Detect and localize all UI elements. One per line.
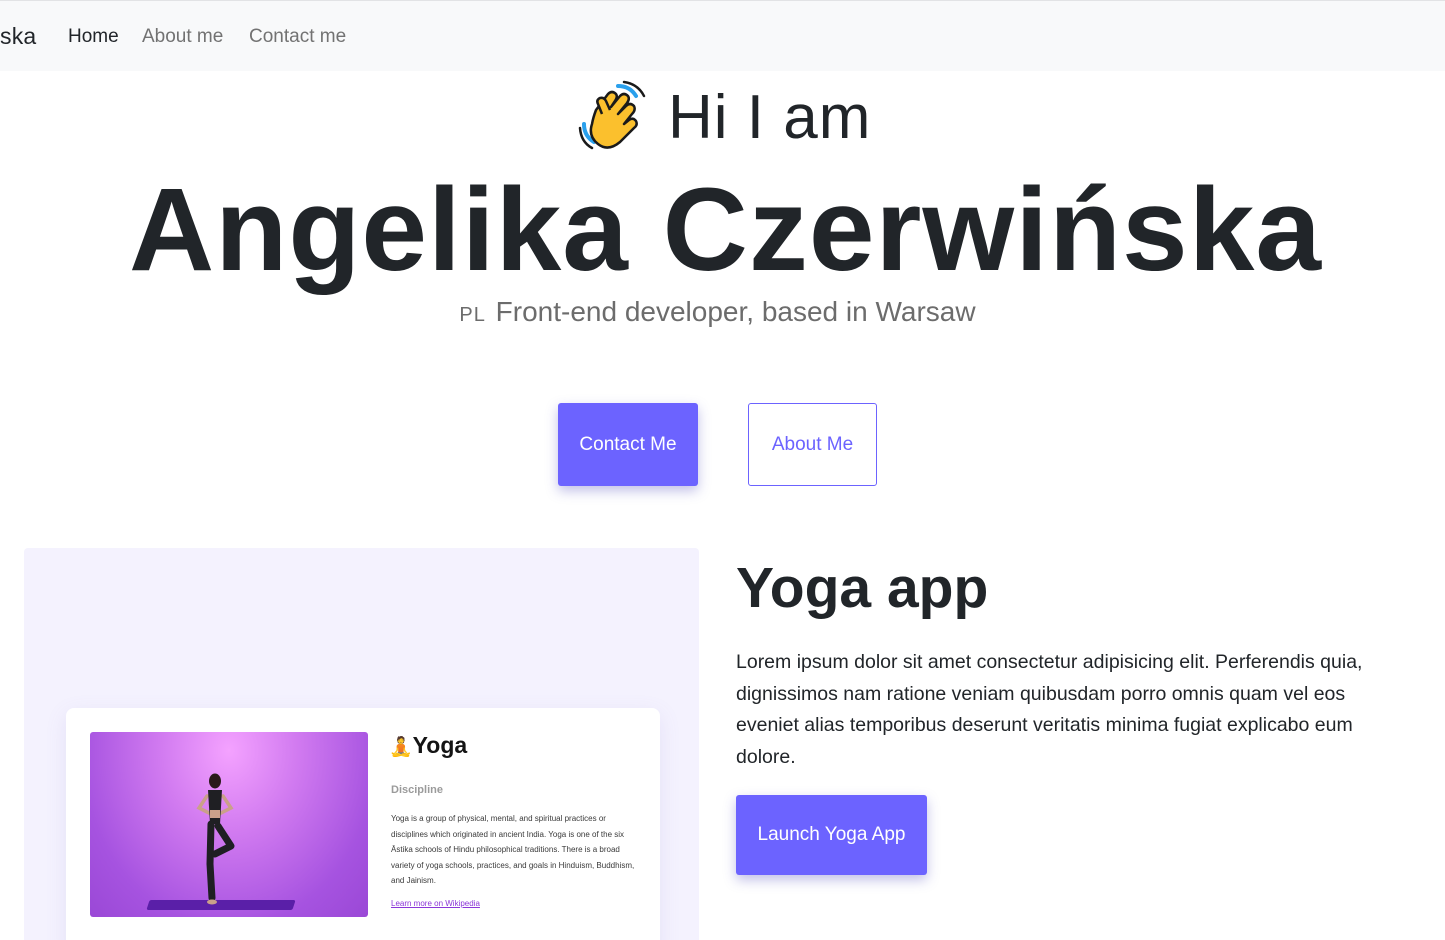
nav-link-home[interactable]: Home	[68, 26, 119, 48]
nav-link-about-me[interactable]: About me	[142, 26, 223, 48]
nav-link-contact-me[interactable]: Contact me	[249, 26, 346, 48]
wikipedia-link[interactable]: Learn more on Wikipedia	[391, 899, 480, 908]
waving-hand-icon	[578, 80, 648, 152]
greeting-text: Hi I am	[668, 83, 872, 152]
flag-code: PL	[459, 304, 486, 326]
person-in-lotus-position-icon: 🧘	[389, 737, 413, 758]
project-preview-panel: 🧘Yoga Discipline Yoga is a group of phys…	[24, 548, 699, 940]
yoga-figure	[196, 773, 235, 905]
preview-title-text: Yoga	[412, 732, 468, 758]
preview-title: 🧘Yoga	[389, 732, 467, 759]
hero-name: Angelika Czerwińska	[129, 164, 1322, 296]
navbar-brand[interactable]: ska	[0, 23, 36, 50]
launch-yoga-app-button[interactable]: Launch Yoga App	[736, 795, 927, 875]
contact-me-button[interactable]: Contact Me	[558, 403, 698, 486]
preview-subtitle: Discipline	[391, 784, 443, 796]
project-description: Lorem ipsum dolor sit amet consectetur a…	[736, 651, 1363, 768]
preview-description: Yoga is a group of physical, mental, and…	[391, 814, 635, 885]
navbar: ska Home About me Contact me	[0, 0, 1445, 71]
subtitle-text: Front-end developer, based in Warsaw	[495, 296, 976, 327]
project-preview-card: 🧘Yoga Discipline Yoga is a group of phys…	[66, 708, 660, 940]
about-me-button[interactable]: About Me	[748, 403, 877, 486]
project-title: Yoga app	[736, 556, 989, 620]
greeting-row: Hi I am	[0, 80, 1445, 160]
yoga-photo	[90, 732, 368, 917]
hero-subtitle: PL Front-end developer, based in Warsaw	[0, 293, 1435, 334]
